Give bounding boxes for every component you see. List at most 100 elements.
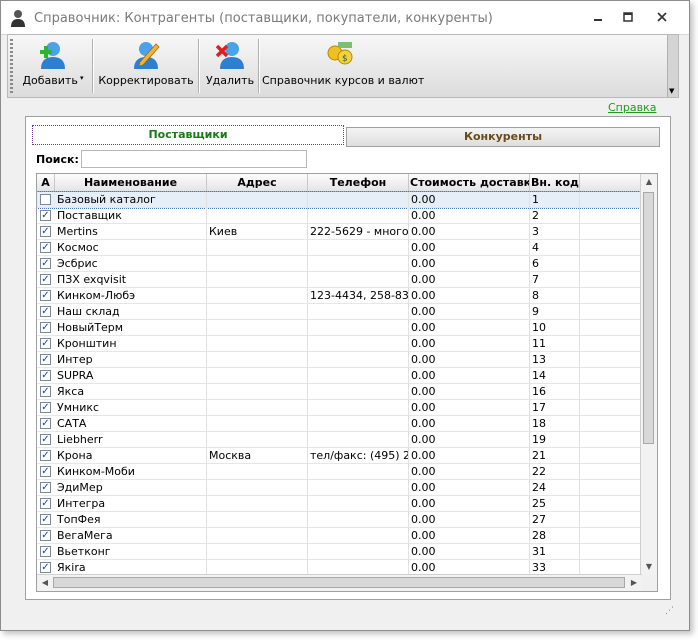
cell-phone[interactable]: [308, 544, 409, 559]
cell-phone[interactable]: [308, 464, 409, 479]
cell-name[interactable]: Liebherr: [55, 432, 207, 447]
search-input[interactable]: [81, 150, 307, 168]
tab-competitors[interactable]: Конкуренты: [346, 127, 660, 147]
table-row[interactable]: ✓ ВегаМега 0.00 28: [37, 528, 642, 544]
cell-internal-code[interactable]: 24: [530, 480, 580, 495]
cell-phone[interactable]: [308, 336, 409, 351]
active-checkbox[interactable]: ✓: [40, 290, 51, 301]
cell-name[interactable]: Якira: [55, 560, 207, 575]
vertical-scrollbar[interactable]: ▲ ▼: [640, 174, 657, 575]
cell-address[interactable]: [207, 528, 308, 543]
table-row[interactable]: ✓ Кронштин 0.00 11: [37, 336, 642, 352]
active-checkbox[interactable]: ✓: [40, 418, 51, 429]
table-row[interactable]: ✓ ТопФея 0.00 27: [37, 512, 642, 528]
cell-delivery-cost[interactable]: 0.00: [409, 528, 530, 543]
edit-button[interactable]: Корректировать: [96, 37, 196, 95]
cell-delivery-cost[interactable]: 0.00: [409, 448, 530, 463]
cell-name[interactable]: Эсбрис: [55, 256, 207, 271]
cell-phone[interactable]: [308, 352, 409, 367]
cell-internal-code[interactable]: 22: [530, 464, 580, 479]
cell-phone[interactable]: [308, 272, 409, 287]
active-checkbox[interactable]: ✓: [40, 354, 51, 365]
cell-internal-code[interactable]: 17: [530, 400, 580, 415]
table-row[interactable]: ✓ ЭдиМер 0.00 24: [37, 480, 642, 496]
cell-name[interactable]: САТА: [55, 416, 207, 431]
cell-phone[interactable]: [308, 400, 409, 415]
cell-internal-code[interactable]: 31: [530, 544, 580, 559]
active-checkbox[interactable]: ✓: [40, 514, 51, 525]
cell-internal-code[interactable]: 21: [530, 448, 580, 463]
cell-internal-code[interactable]: 19: [530, 432, 580, 447]
cell-name[interactable]: ПЗХ exqvisit: [55, 272, 207, 287]
table-row[interactable]: ✓ Космос 0.00 4: [37, 240, 642, 256]
cell-delivery-cost[interactable]: 0.00: [409, 544, 530, 559]
cell-phone[interactable]: [308, 192, 409, 207]
cell-name[interactable]: Наш склад: [55, 304, 207, 319]
cell-internal-code[interactable]: 11: [530, 336, 580, 351]
cell-delivery-cost[interactable]: 0.00: [409, 256, 530, 271]
cell-address[interactable]: [207, 208, 308, 223]
cell-delivery-cost[interactable]: 0.00: [409, 304, 530, 319]
horizontal-scrollbar[interactable]: ◀ ▶: [37, 574, 642, 591]
active-checkbox[interactable]: ✓: [40, 386, 51, 397]
table-row[interactable]: ✓ Умникс 0.00 17: [37, 400, 642, 416]
cell-name[interactable]: Базовый каталог: [55, 192, 207, 207]
table-row[interactable]: ✓ SUPRA 0.00 14: [37, 368, 642, 384]
cell-address[interactable]: [207, 240, 308, 255]
cell-internal-code[interactable]: 33: [530, 560, 580, 575]
table-row[interactable]: ✓ КронаМосквател/факс: (495) 274-0.0021: [37, 448, 642, 464]
cell-phone[interactable]: 222-5629 - многоканальный: [308, 224, 409, 239]
toolbar-grip[interactable]: [10, 39, 13, 93]
resize-grip-icon[interactable]: ⋰: [665, 606, 675, 616]
active-checkbox[interactable]: ✓: [40, 370, 51, 381]
cell-phone[interactable]: [308, 512, 409, 527]
table-row[interactable]: ✓ Поставщик 0.00 2: [37, 208, 642, 224]
table-row[interactable]: ✓ Интер 0.00 13: [37, 352, 642, 368]
column-header-phone[interactable]: Телефон: [308, 174, 409, 191]
active-checkbox[interactable]: ✓: [40, 466, 51, 477]
cell-name[interactable]: ВегаМега: [55, 528, 207, 543]
active-checkbox[interactable]: ✓: [40, 402, 51, 413]
column-header-delivery-cost[interactable]: Стоимость доставки: [409, 174, 530, 191]
cell-address[interactable]: [207, 464, 308, 479]
cell-delivery-cost[interactable]: 0.00: [409, 384, 530, 399]
cell-address[interactable]: [207, 336, 308, 351]
scroll-down-icon[interactable]: ▼: [641, 559, 657, 575]
cell-internal-code[interactable]: 4: [530, 240, 580, 255]
cell-address[interactable]: Москва: [207, 448, 308, 463]
cell-internal-code[interactable]: 16: [530, 384, 580, 399]
cell-address[interactable]: [207, 384, 308, 399]
cell-delivery-cost[interactable]: 0.00: [409, 224, 530, 239]
vertical-scroll-thumb[interactable]: [643, 192, 654, 444]
tab-suppliers[interactable]: Поставщики: [32, 125, 344, 145]
active-checkbox[interactable]: [40, 194, 51, 205]
table-row[interactable]: ✓ Эсбрис 0.00 6: [37, 256, 642, 272]
active-checkbox[interactable]: ✓: [40, 498, 51, 509]
cell-address[interactable]: [207, 304, 308, 319]
cell-phone[interactable]: [308, 528, 409, 543]
cell-internal-code[interactable]: 14: [530, 368, 580, 383]
cell-name[interactable]: Крона: [55, 448, 207, 463]
table-row[interactable]: ✓ ПЗХ exqvisit 0.00 7: [37, 272, 642, 288]
table-row[interactable]: ✓ Кинком-Моби 0.00 22: [37, 464, 642, 480]
cell-phone[interactable]: [308, 208, 409, 223]
table-row[interactable]: ✓ НовыйТерм 0.00 10: [37, 320, 642, 336]
table-row[interactable]: ✓ MertinsКиев222-5629 - многоканальный0.0…: [37, 224, 642, 240]
active-checkbox[interactable]: ✓: [40, 306, 51, 317]
active-checkbox[interactable]: ✓: [40, 338, 51, 349]
cell-delivery-cost[interactable]: 0.00: [409, 320, 530, 335]
cell-address[interactable]: [207, 256, 308, 271]
active-checkbox[interactable]: ✓: [40, 274, 51, 285]
cell-delivery-cost[interactable]: 0.00: [409, 512, 530, 527]
cell-phone[interactable]: [308, 368, 409, 383]
cell-delivery-cost[interactable]: 0.00: [409, 288, 530, 303]
cell-name[interactable]: Космос: [55, 240, 207, 255]
table-row[interactable]: ✓ Кинком-Любэ 123-4434, 258-83830.008: [37, 288, 642, 304]
table-row[interactable]: ✓ Вьетконг 0.00 31: [37, 544, 642, 560]
cell-internal-code[interactable]: 2: [530, 208, 580, 223]
cell-name[interactable]: Умникс: [55, 400, 207, 415]
cell-delivery-cost[interactable]: 0.00: [409, 240, 530, 255]
active-checkbox[interactable]: ✓: [40, 258, 51, 269]
cell-address[interactable]: [207, 416, 308, 431]
active-checkbox[interactable]: ✓: [40, 226, 51, 237]
